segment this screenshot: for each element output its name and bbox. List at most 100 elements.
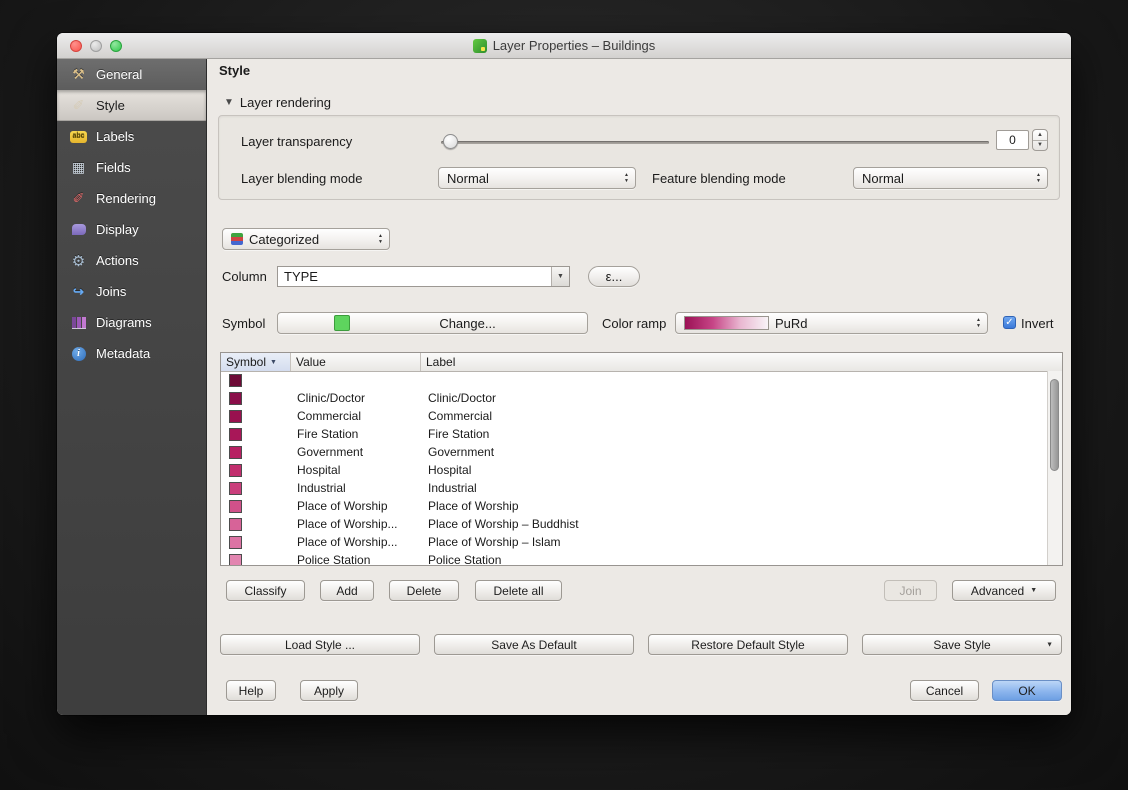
titlebar[interactable]: Layer Properties – Buildings [57, 33, 1071, 59]
delete-button[interactable]: Delete [389, 580, 459, 601]
sidebar-item-general[interactable]: ⚒ General [57, 59, 206, 90]
classify-button[interactable]: Classify [226, 580, 305, 601]
table-row[interactable]: HospitalHospital [221, 461, 1062, 479]
sidebar-item-metadata[interactable]: i Metadata [57, 338, 206, 369]
join-arrow-icon: ↪ [70, 283, 87, 300]
restore-default-style-button[interactable]: Restore Default Style [648, 634, 848, 655]
scrollbar-thumb[interactable] [1050, 379, 1059, 471]
save-as-default-button[interactable]: Save As Default [434, 634, 634, 655]
updown-arrows-icon: ▲▼ [976, 318, 981, 328]
sidebar-item-display[interactable]: Display [57, 214, 206, 245]
table-row[interactable]: IndustrialIndustrial [221, 479, 1062, 497]
slider-track[interactable] [441, 141, 989, 144]
sidebar-item-label: Rendering [96, 191, 156, 206]
category-symbol-cell [221, 554, 291, 566]
category-value: Hospital [291, 463, 421, 477]
info-icon: i [70, 345, 87, 362]
feature-blending-mode-select[interactable]: Normal ▲▼ [853, 167, 1048, 189]
category-symbol-cell [221, 428, 291, 441]
sidebar-item-diagrams[interactable]: Diagrams [57, 307, 206, 338]
category-color-swatch[interactable] [229, 446, 242, 459]
table-row[interactable] [221, 371, 1062, 389]
table-row[interactable]: Place of Worship...Place of Worship – Bu… [221, 515, 1062, 533]
vertical-scrollbar[interactable] [1047, 371, 1062, 565]
renderer-type-select[interactable]: Categorized ▲▼ [222, 228, 390, 250]
category-label: Government [421, 445, 1062, 459]
symbol-change-button[interactable]: Change... [277, 312, 588, 334]
transparency-stepper[interactable]: ▲ ▼ [1032, 129, 1048, 151]
page-title: Style [219, 63, 250, 78]
sidebar-item-fields[interactable]: ▦ Fields [57, 152, 206, 183]
feature-blend-mode-value: Normal [862, 171, 904, 186]
sidebar-item-label: Actions [96, 253, 139, 268]
category-color-swatch[interactable] [229, 374, 242, 387]
slider-handle[interactable] [443, 134, 458, 149]
layer-properties-window: Layer Properties – Buildings ⚒ General ✐… [57, 33, 1071, 715]
column-value: TYPE [284, 269, 318, 284]
tools-icon: ⚒ [70, 66, 87, 83]
header-value[interactable]: Value [291, 353, 421, 371]
category-value: Industrial [291, 481, 421, 495]
ok-button[interactable]: OK [992, 680, 1062, 701]
apply-button[interactable]: Apply [300, 680, 358, 701]
dropdown-arrow-icon[interactable]: ▼ [551, 267, 569, 286]
add-button[interactable]: Add [320, 580, 374, 601]
gear-icon: ⚙ [70, 252, 87, 269]
layer-transparency-slider[interactable] [441, 132, 989, 152]
stepper-down-icon[interactable]: ▼ [1033, 141, 1047, 151]
load-style-button[interactable]: Load Style ... [220, 634, 420, 655]
table-row[interactable]: Police StationPolice Station [221, 551, 1062, 565]
sidebar-item-label: Labels [96, 129, 134, 144]
invert-checkbox[interactable]: ✓ [1003, 316, 1016, 329]
close-button[interactable] [70, 40, 82, 52]
category-table-body: Clinic/DoctorClinic/DoctorCommercialComm… [221, 371, 1062, 565]
color-ramp-select[interactable]: PuRd ▲▼ [675, 312, 988, 334]
layer-rendering-section-header[interactable]: ▼ Layer rendering [224, 95, 331, 110]
sidebar-item-labels[interactable]: abc Labels [57, 121, 206, 152]
header-label[interactable]: Label [421, 353, 1062, 371]
color-ramp-preview [684, 316, 769, 330]
category-color-swatch[interactable] [229, 392, 242, 405]
category-symbol-cell [221, 446, 291, 459]
column-select[interactable]: TYPE ▼ [277, 266, 570, 287]
header-symbol[interactable]: Symbol ▼ [221, 353, 291, 371]
table-row[interactable]: Place of WorshipPlace of Worship [221, 497, 1062, 515]
table-row[interactable]: Place of Worship...Place of Worship – Is… [221, 533, 1062, 551]
layer-blending-mode-select[interactable]: Normal ▲▼ [438, 167, 636, 189]
category-color-swatch[interactable] [229, 500, 242, 513]
sidebar-item-actions[interactable]: ⚙ Actions [57, 245, 206, 276]
table-row[interactable]: Clinic/DoctorClinic/Doctor [221, 389, 1062, 407]
symbol-label: Symbol [222, 313, 265, 334]
table-row[interactable]: GovernmentGovernment [221, 443, 1062, 461]
category-label: Clinic/Doctor [421, 391, 1062, 405]
cancel-button[interactable]: Cancel [910, 680, 979, 701]
minimize-button[interactable] [90, 40, 102, 52]
updown-arrows-icon: ▲▼ [1036, 173, 1041, 183]
stepper-up-icon[interactable]: ▲ [1033, 130, 1047, 141]
save-style-button[interactable]: Save Style ▼ [862, 634, 1062, 655]
sidebar-item-joins[interactable]: ↪ Joins [57, 276, 206, 307]
category-color-swatch[interactable] [229, 410, 242, 423]
window-title-wrap: Layer Properties – Buildings [473, 38, 656, 53]
category-color-swatch[interactable] [229, 428, 242, 441]
table-row[interactable]: Fire StationFire Station [221, 425, 1062, 443]
zoom-button[interactable] [110, 40, 122, 52]
sidebar-item-rendering[interactable]: ✐ Rendering [57, 183, 206, 214]
disclosure-triangle-icon[interactable]: ▼ [224, 97, 234, 108]
category-color-swatch[interactable] [229, 464, 242, 477]
updown-arrows-icon: ▲▼ [378, 234, 383, 244]
table-header-row: Symbol ▼ Value Label [221, 353, 1062, 372]
advanced-button[interactable]: Advanced ▼ [952, 580, 1056, 601]
delete-all-button[interactable]: Delete all [475, 580, 562, 601]
table-row[interactable]: CommercialCommercial [221, 407, 1062, 425]
sidebar-item-style[interactable]: ✐ Style [57, 90, 206, 121]
category-color-swatch[interactable] [229, 482, 242, 495]
category-label: Place of Worship – Buddhist [421, 517, 1062, 531]
transparency-value-field[interactable]: 0 [996, 130, 1029, 150]
help-button[interactable]: Help [226, 680, 276, 701]
category-color-swatch[interactable] [229, 536, 242, 549]
category-color-swatch[interactable] [229, 518, 242, 531]
expression-builder-button[interactable]: ε... [588, 266, 640, 287]
category-value: Police Station [291, 553, 421, 565]
category-color-swatch[interactable] [229, 554, 242, 566]
